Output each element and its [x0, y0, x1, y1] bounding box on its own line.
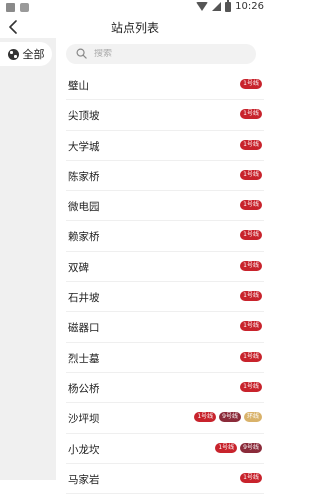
station-row[interactable]: 尖顶坡 1号线	[66, 100, 264, 131]
page-title: 站点列表	[110, 20, 159, 35]
line-badge: 1号线	[240, 200, 262, 211]
line-badge: 1号线	[240, 260, 262, 271]
chevron-left-icon	[9, 20, 17, 34]
line-badges: 1号线 9号线	[215, 442, 262, 453]
line-badge: 1号线	[215, 442, 238, 453]
station-name: 杨公桥	[68, 382, 100, 395]
station-name: 石井坡	[68, 292, 100, 305]
line-badge: 1号线	[240, 79, 262, 89]
station-row[interactable]: 小龙坎 1号线 9号线	[66, 434, 264, 464]
sidebar: 全部	[0, 38, 56, 480]
line-badges: 1号线	[240, 381, 262, 392]
line-badge: 1号线	[240, 139, 262, 150]
station-row[interactable]: 大学城 1号线	[66, 131, 264, 161]
app-notification-icon	[20, 3, 29, 12]
line-badges: 1号线 9号线 环线	[194, 412, 262, 423]
back-button[interactable]	[4, 18, 22, 36]
line-badge: 1号线	[240, 472, 262, 483]
line-badges: 1号线	[240, 109, 262, 120]
battery-icon	[225, 0, 232, 12]
station-row[interactable]: 杨公桥 1号线	[66, 373, 264, 404]
station-row[interactable]: 双碑 1号线	[66, 252, 264, 283]
line-badge: 环线	[243, 412, 262, 423]
line-badge: 1号线	[240, 381, 262, 392]
station-name: 陈家桥	[68, 170, 100, 183]
status-notifications	[6, 3, 29, 12]
app-header: 站点列表	[0, 16, 270, 38]
status-time: 10:26	[235, 1, 264, 12]
station-name: 尖顶坡	[68, 110, 100, 123]
station-name: 璧山	[68, 80, 89, 92]
station-row[interactable]: 微电园 1号线	[66, 191, 264, 222]
station-name: 大学城	[68, 140, 100, 153]
line-badges: 1号线	[240, 351, 262, 362]
line-badge: 9号线	[219, 412, 241, 423]
station-name: 双碑	[68, 261, 89, 274]
line-badges: 1号线	[240, 200, 262, 211]
station-row[interactable]: 陈家桥 1号线	[66, 161, 264, 192]
line-badge: 1号线	[240, 169, 262, 180]
signal-icon	[212, 2, 222, 11]
station-row[interactable]: 烈士墓 1号线	[66, 343, 264, 373]
station-name: 马家岩	[68, 473, 100, 486]
line-badges: 1号线	[240, 472, 262, 483]
search-input[interactable]	[94, 49, 244, 59]
station-list: 璧山 1号线 尖顶坡 1号线 大学城 1号线 陈家桥 1号线 微电园 1号线 赖家桥 1号线 双碑 1号线…	[56, 70, 270, 494]
station-row[interactable]: 磁器口 1号线	[66, 312, 264, 343]
wifi-icon	[196, 2, 209, 11]
line-badge: 1号线	[194, 412, 217, 423]
station-name: 微电园	[68, 201, 100, 214]
line-badge: 1号线	[240, 230, 262, 241]
station-name: 小龙坎	[68, 443, 100, 456]
line-badge: 1号线	[240, 321, 262, 332]
station-row[interactable]: 赖家桥 1号线	[66, 221, 264, 252]
line-badges: 1号线	[240, 321, 262, 332]
line-badges: 1号线	[240, 291, 262, 302]
line-badge: 1号线	[240, 109, 262, 120]
station-row[interactable]: 石井坡 1号线	[66, 282, 264, 313]
all-lines-icon	[7, 48, 19, 60]
station-row[interactable]: 璧山 1号线	[66, 70, 264, 101]
line-badge: 1号线	[240, 291, 262, 302]
line-badge: 1号线	[240, 351, 262, 362]
search-icon	[76, 48, 88, 60]
station-row[interactable]: 马家岩 1号线	[66, 464, 264, 494]
station-name: 烈士墓	[68, 352, 100, 365]
line-badges: 1号线	[240, 79, 262, 89]
station-row[interactable]: 沙坪坝 1号线 9号线 环线	[66, 403, 264, 434]
image-notification-icon	[6, 3, 15, 12]
sidebar-item-all[interactable]: 全部	[0, 42, 52, 66]
line-badge: 9号线	[240, 442, 262, 453]
sidebar-item-label: 全部	[22, 48, 45, 61]
station-name: 磁器口	[68, 322, 100, 335]
station-name: 沙坪坝	[68, 413, 100, 426]
station-name: 赖家桥	[68, 231, 100, 244]
line-badges: 1号线	[240, 230, 262, 241]
line-badges: 1号线	[240, 260, 262, 271]
search-bar[interactable]	[66, 44, 256, 64]
line-badges: 1号线	[240, 169, 262, 180]
status-bar: 10:26	[0, 0, 270, 16]
status-indicators: 10:26	[196, 0, 264, 12]
line-badges: 1号线	[240, 139, 262, 150]
